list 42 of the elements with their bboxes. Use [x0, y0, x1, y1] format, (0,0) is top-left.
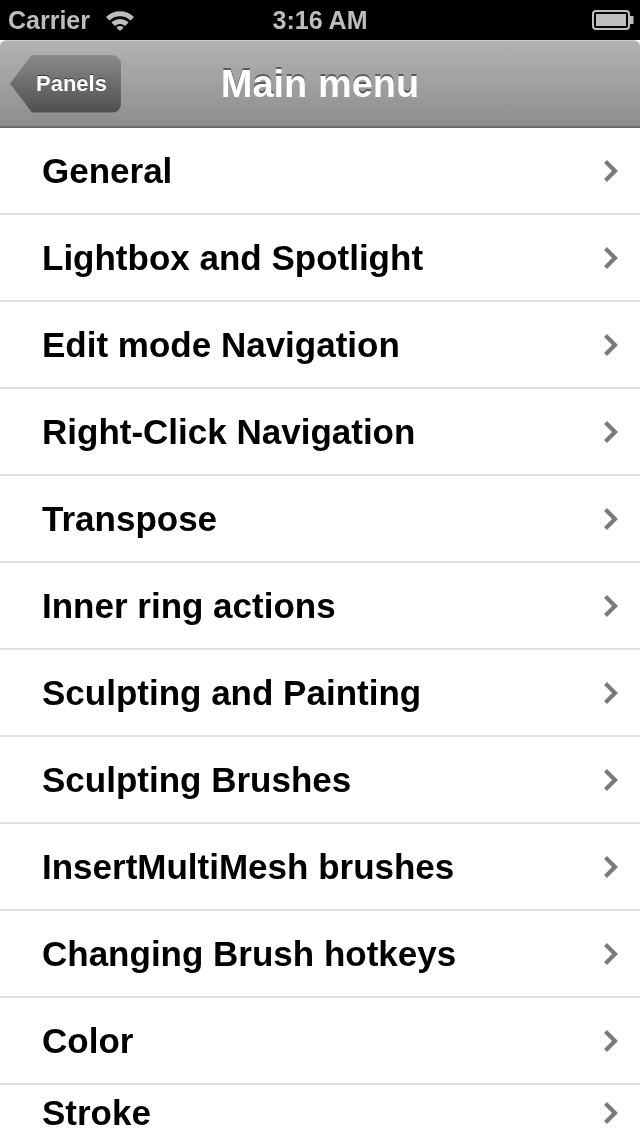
chevron-icon: [604, 768, 618, 791]
menu-item-label: Inner ring actions: [42, 584, 336, 627]
menu-item[interactable]: Inner ring actions: [0, 563, 640, 650]
menu-item-label: Lightbox and Spotlight: [42, 236, 424, 279]
chevron-icon: [604, 855, 618, 878]
carrier-name: Carrier: [8, 5, 90, 35]
chevron-icon: [604, 333, 618, 356]
menu-item-label: Color: [42, 1019, 134, 1062]
menu-item[interactable]: Lightbox and Spotlight: [0, 215, 640, 302]
menu-item-label: InsertMultiMesh brushes: [42, 845, 455, 888]
menu-item[interactable]: Right-Click Navigation: [0, 389, 640, 476]
menu-item[interactable]: InsertMultiMesh brushes: [0, 824, 640, 911]
chevron-icon: [604, 1029, 618, 1052]
menu-item[interactable]: Changing Brush hotkeys: [0, 911, 640, 998]
chevron-icon: [604, 1102, 618, 1124]
menu-item-label: Stroke: [42, 1092, 151, 1134]
chevron-icon: [604, 507, 618, 530]
menu-item[interactable]: Edit mode Navigation: [0, 302, 640, 389]
chevron-icon: [604, 942, 618, 965]
menu-item-label: Transpose: [42, 497, 218, 540]
menu-item-label: Sculpting and Painting: [42, 671, 422, 714]
status-time: 3:16 AM: [272, 5, 368, 35]
wifi-icon: [104, 8, 136, 32]
menu-item[interactable]: Sculpting and Painting: [0, 650, 640, 737]
menu-item-label: Changing Brush hotkeys: [42, 932, 457, 975]
menu-item[interactable]: Color: [0, 998, 640, 1085]
menu-item-label: General: [42, 149, 173, 192]
menu-item-label: Sculpting Brushes: [42, 758, 352, 801]
menu-item[interactable]: Transpose: [0, 476, 640, 563]
chevron-icon: [604, 159, 618, 182]
back-button[interactable]: Panels: [10, 54, 121, 113]
chevron-icon: [604, 246, 618, 269]
menu-item[interactable]: General: [0, 128, 640, 215]
menu-item-label: Edit mode Navigation: [42, 323, 400, 366]
chevron-icon: [604, 420, 618, 443]
menu-item[interactable]: Sculpting Brushes: [0, 737, 640, 824]
chevron-icon: [604, 681, 618, 704]
chevron-icon: [604, 594, 618, 617]
menu-item[interactable]: Stroke: [0, 1085, 640, 1136]
nav-title: Main menu: [220, 61, 420, 107]
menu-item-label: Right-Click Navigation: [42, 410, 416, 453]
battery-icon: [592, 10, 634, 30]
